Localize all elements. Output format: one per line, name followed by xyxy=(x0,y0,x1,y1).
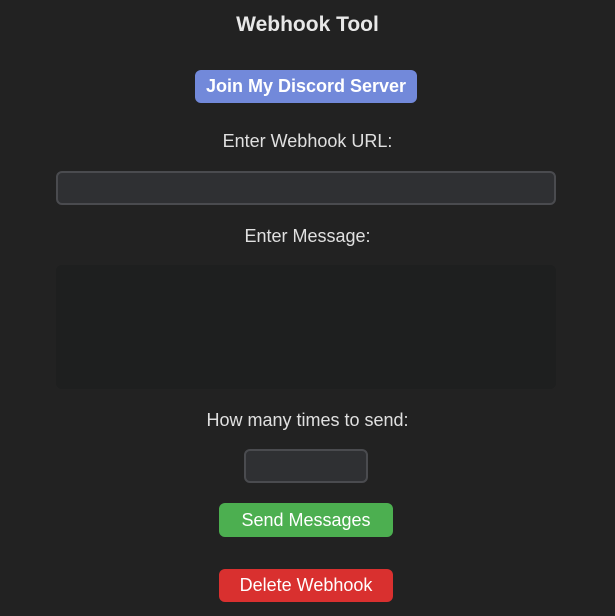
message-textarea[interactable] xyxy=(56,265,556,389)
webhook-url-label: Enter Webhook URL: xyxy=(222,131,393,151)
send-count-label: How many times to send: xyxy=(206,410,409,430)
page-title: Webhook Tool xyxy=(236,13,379,36)
message-label: Enter Message: xyxy=(244,226,371,246)
send-count-input[interactable] xyxy=(244,449,368,483)
join-discord-button[interactable]: Join My Discord Server xyxy=(195,70,417,103)
webhook-url-input[interactable] xyxy=(56,171,556,205)
send-messages-button[interactable]: Send Messages xyxy=(219,503,393,537)
delete-webhook-button[interactable]: Delete Webhook xyxy=(219,569,393,602)
webhook-tool-page: Webhook Tool Join My Discord Server Ente… xyxy=(0,0,615,616)
